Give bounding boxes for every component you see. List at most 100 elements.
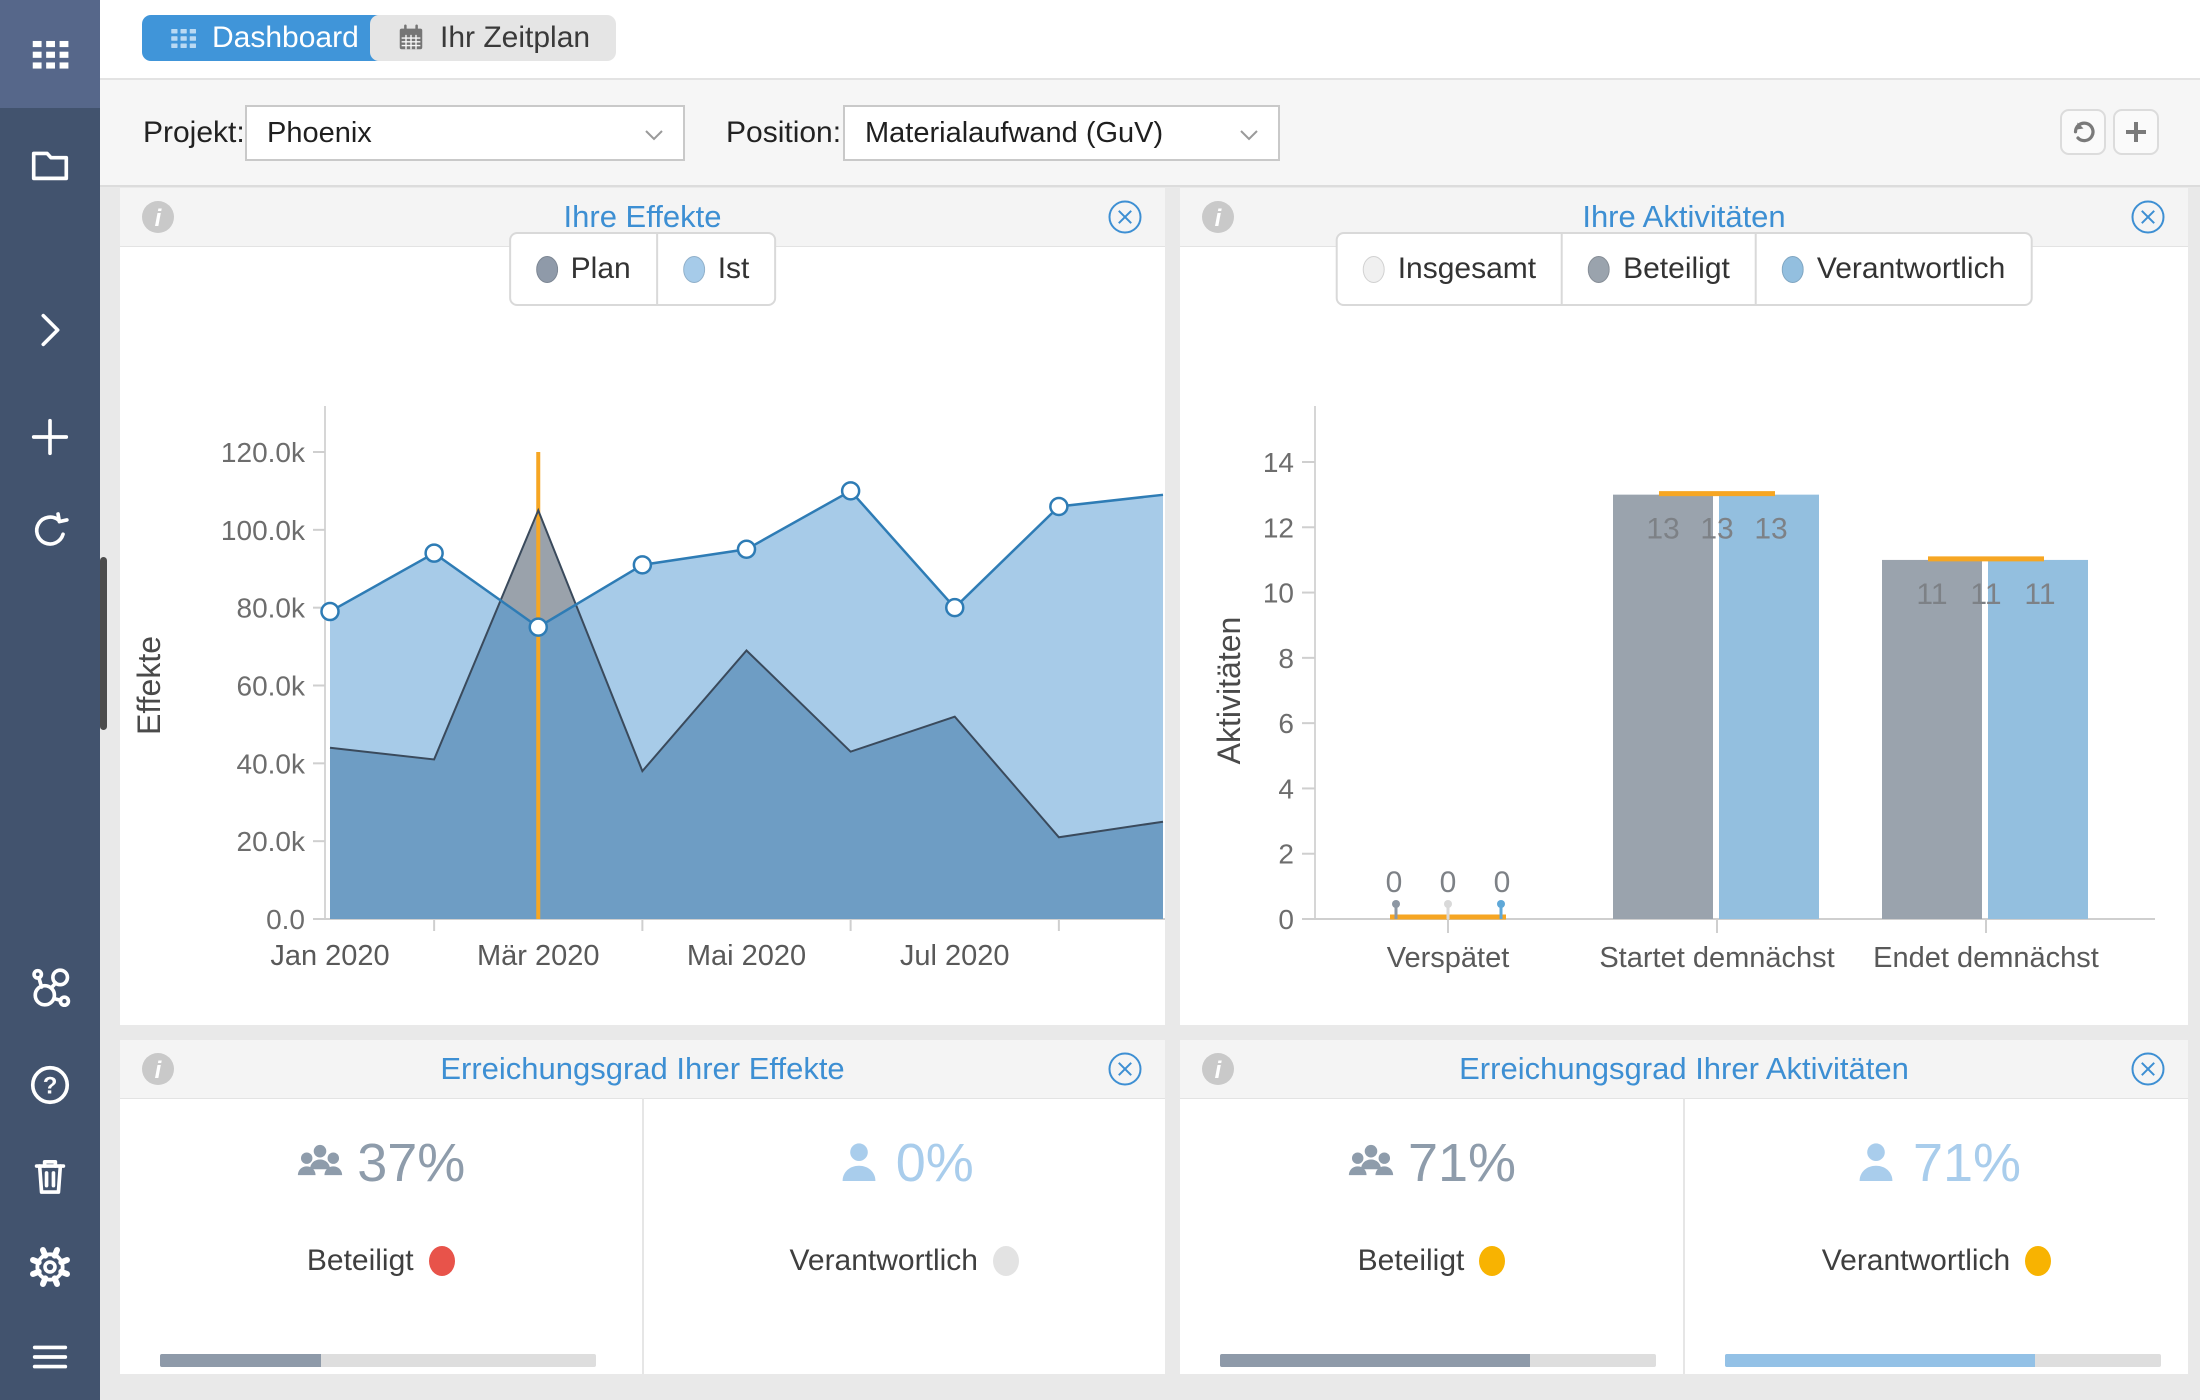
undo-button[interactable] bbox=[2060, 109, 2106, 155]
svg-text:100.0k: 100.0k bbox=[221, 515, 306, 546]
tab-label: Dashboard bbox=[212, 21, 359, 55]
kpi-value: 0% bbox=[896, 1132, 974, 1194]
chevron-down-icon bbox=[643, 117, 665, 150]
kpi-verantwortlich: 71% Verantwortlich bbox=[1683, 1098, 2188, 1374]
grid-icon bbox=[27, 31, 73, 77]
svg-text:13: 13 bbox=[1646, 513, 1679, 546]
molecule-icon[interactable] bbox=[27, 964, 73, 1010]
scrollbar-thumb[interactable] bbox=[100, 557, 107, 730]
legend-dot bbox=[1588, 256, 1610, 283]
legend-item-beteiligt[interactable]: Beteiligt bbox=[1561, 234, 1755, 304]
gear-icon[interactable] bbox=[27, 1244, 73, 1290]
projekt-label: Projekt: bbox=[143, 80, 245, 185]
help-icon[interactable]: ? bbox=[27, 1062, 73, 1108]
svg-text:12: 12 bbox=[1263, 512, 1294, 543]
legend-item-plan[interactable]: Plan bbox=[511, 234, 656, 304]
sidebar-apps-button[interactable] bbox=[0, 0, 100, 108]
panel-aktivitaeten: i Ihre Aktivitäten InsgesamtBeteiligtVer… bbox=[1180, 188, 2188, 1025]
close-icon[interactable] bbox=[2130, 199, 2166, 235]
progress-bar bbox=[160, 1354, 596, 1367]
panel-effekte: i Ihre Effekte PlanIst 0.020.0k40.0k60.0… bbox=[120, 188, 1165, 1025]
kpi-verantwortlich: 0% Verantwortlich bbox=[642, 1098, 1166, 1374]
svg-text:13: 13 bbox=[1700, 513, 1733, 546]
chart-legend: Plan Ist bbox=[509, 232, 777, 306]
legend-dot bbox=[1363, 256, 1385, 283]
kpi-label: Verantwortlich bbox=[1822, 1244, 2010, 1278]
topbar: Dashboard Ihr Zeitplan bbox=[100, 0, 2200, 80]
svg-text:0: 0 bbox=[1440, 866, 1457, 899]
close-icon[interactable] bbox=[1107, 1051, 1143, 1087]
svg-text:8: 8 bbox=[1278, 643, 1294, 674]
plus-icon[interactable] bbox=[27, 414, 73, 460]
menu-icon[interactable] bbox=[27, 1334, 73, 1380]
panel-header: i Erreichungsgrad Ihrer Effekte bbox=[120, 1040, 1165, 1099]
svg-text:20.0k: 20.0k bbox=[237, 826, 306, 857]
svg-text:0.0: 0.0 bbox=[266, 904, 305, 935]
svg-text:10: 10 bbox=[1263, 578, 1294, 609]
svg-text:Aktivitäten: Aktivitäten bbox=[1211, 617, 1247, 765]
svg-text:60.0k: 60.0k bbox=[237, 671, 306, 702]
users-icon bbox=[296, 1139, 344, 1187]
status-dot bbox=[993, 1246, 1019, 1276]
kpi-label: Verantwortlich bbox=[790, 1244, 978, 1278]
tab-label: Ihr Zeitplan bbox=[440, 21, 590, 55]
projekt-select-value: Phoenix bbox=[267, 117, 372, 150]
kpi-body: 71% Beteiligt 71% Verantwortlich bbox=[1180, 1098, 2188, 1374]
svg-text:0: 0 bbox=[1386, 866, 1403, 899]
dashboard-app: ? Dashboard Ihr Zeitplan Projekt: Phoeni… bbox=[0, 0, 2200, 1400]
legend-label: Insgesamt bbox=[1398, 252, 1536, 286]
position-select[interactable]: Materialaufwand (GuV) bbox=[843, 105, 1280, 161]
position-label: Position: bbox=[726, 80, 841, 185]
area-chart[interactable]: 0.020.0k40.0k60.0k80.0k100.0k120.0kJan 2… bbox=[120, 246, 1165, 1025]
legend-label: Plan bbox=[571, 252, 631, 286]
bar-chart[interactable]: 02468101214Aktivitäten000Verspätet131313… bbox=[1180, 246, 2188, 1025]
legend-dot bbox=[1782, 256, 1804, 283]
legend-item-ist[interactable]: Ist bbox=[656, 234, 775, 304]
legend-dot bbox=[536, 256, 558, 283]
kpi-value: 71% bbox=[1408, 1132, 1516, 1194]
filter-bar: Projekt: Phoenix Position: Materialaufwa… bbox=[100, 80, 2200, 187]
projekt-select[interactable]: Phoenix bbox=[245, 105, 685, 161]
panel-title: Erreichungsgrad Ihrer Aktivitäten bbox=[1180, 1040, 2188, 1098]
refresh-icon[interactable] bbox=[27, 509, 73, 555]
folder-icon[interactable] bbox=[27, 141, 73, 187]
svg-text:0: 0 bbox=[1494, 866, 1511, 899]
undo-icon bbox=[2068, 117, 2098, 147]
svg-text:?: ? bbox=[43, 1072, 58, 1099]
kpi-value: 71% bbox=[1913, 1132, 2021, 1194]
plus-icon bbox=[2121, 117, 2151, 147]
svg-text:Jan 2020: Jan 2020 bbox=[270, 940, 389, 972]
user-icon bbox=[835, 1139, 883, 1187]
svg-text:0: 0 bbox=[1278, 904, 1294, 935]
svg-text:11: 11 bbox=[1970, 578, 2001, 611]
svg-text:11: 11 bbox=[1916, 578, 1947, 611]
trash-icon[interactable] bbox=[27, 1153, 73, 1199]
svg-text:13: 13 bbox=[1754, 513, 1787, 546]
chevron-right-icon[interactable] bbox=[27, 307, 73, 353]
calendar-icon bbox=[396, 23, 426, 53]
status-dot bbox=[1479, 1246, 1505, 1276]
svg-text:Jul 2020: Jul 2020 bbox=[900, 940, 1010, 972]
kpi-body: 37% Beteiligt 0% Verantwortlich bbox=[120, 1098, 1165, 1374]
legend-label: Ist bbox=[718, 252, 750, 286]
tab-dashboard[interactable]: Dashboard bbox=[142, 15, 385, 61]
close-icon[interactable] bbox=[2130, 1051, 2166, 1087]
legend-label: Beteiligt bbox=[1623, 252, 1730, 286]
chart-legend: Insgesamt Beteiligt Verantwortlich bbox=[1336, 232, 2033, 306]
svg-text:14: 14 bbox=[1263, 447, 1294, 478]
svg-text:Mai 2020: Mai 2020 bbox=[687, 940, 806, 972]
add-button[interactable] bbox=[2113, 109, 2159, 155]
svg-text:2: 2 bbox=[1278, 839, 1294, 870]
progress-bar bbox=[1725, 1354, 2161, 1367]
svg-text:4: 4 bbox=[1278, 773, 1294, 804]
close-icon[interactable] bbox=[1107, 199, 1143, 235]
kpi-beteiligt: 71% Beteiligt bbox=[1180, 1098, 1683, 1374]
user-icon bbox=[1852, 1139, 1900, 1187]
legend-item-verantwortlich[interactable]: Verantwortlich bbox=[1755, 234, 2030, 304]
legend-label: Verantwortlich bbox=[1817, 252, 2005, 286]
tab-zeitplan[interactable]: Ihr Zeitplan bbox=[370, 15, 616, 61]
chevron-down-icon bbox=[1238, 117, 1260, 150]
legend-item-insgesamt[interactable]: Insgesamt bbox=[1338, 234, 1561, 304]
svg-text:11: 11 bbox=[2024, 578, 2055, 611]
svg-text:Startet demnächst: Startet demnächst bbox=[1599, 942, 1834, 974]
